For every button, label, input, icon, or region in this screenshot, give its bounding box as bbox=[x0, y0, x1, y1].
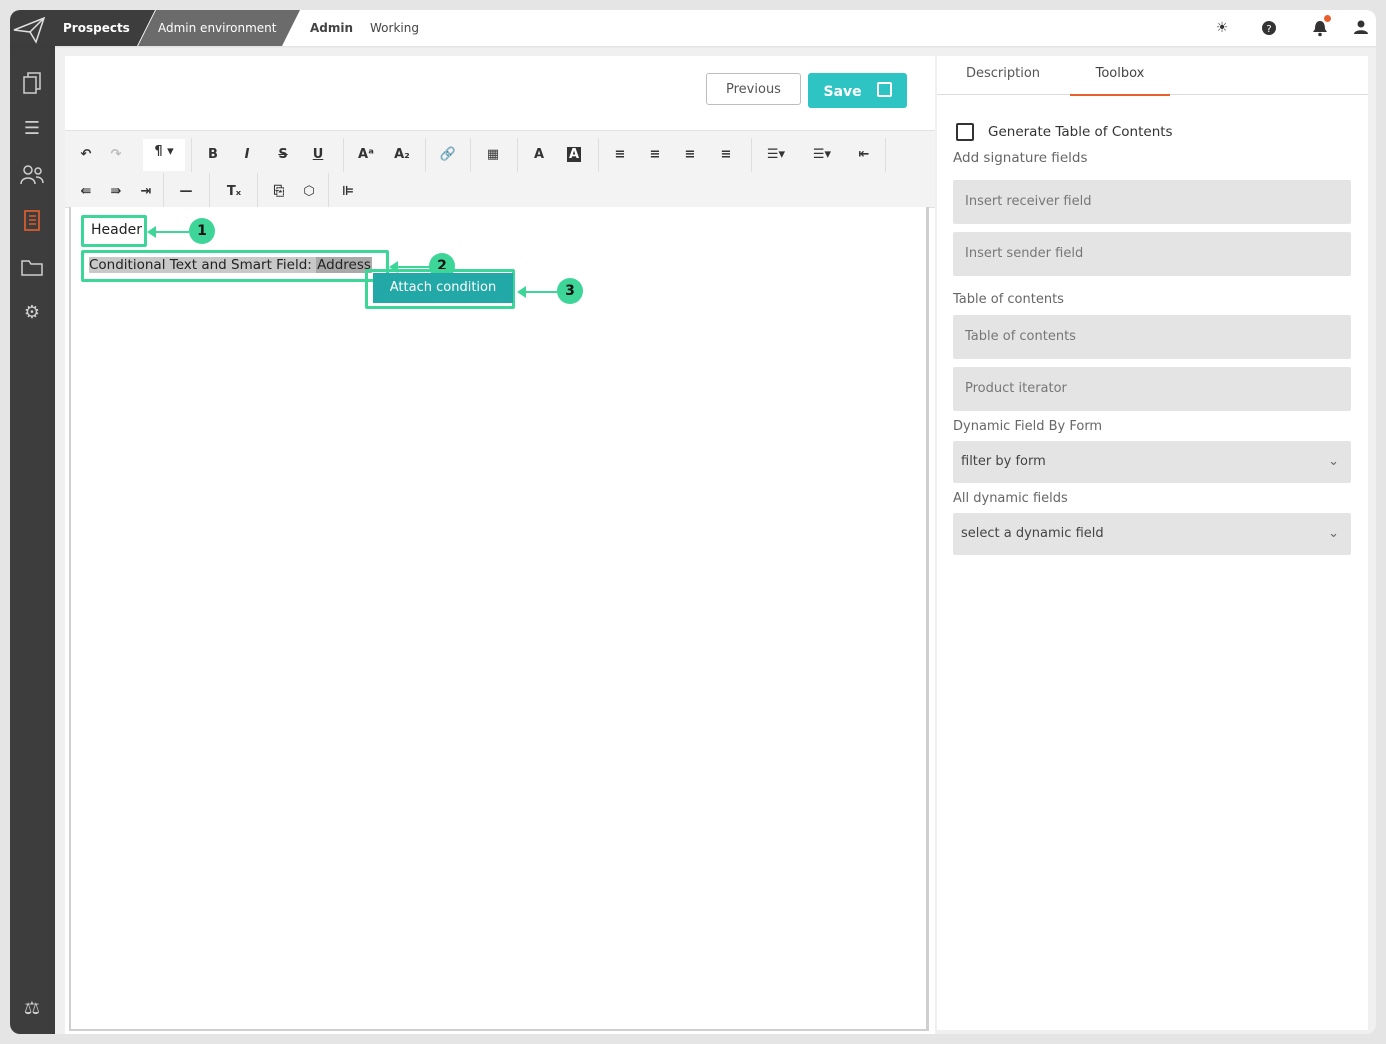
toolbar-divider bbox=[257, 173, 258, 207]
breadcrumb-admin-environment[interactable]: Admin environment bbox=[138, 10, 300, 46]
table-icon[interactable]: ▦ bbox=[482, 142, 504, 168]
subscript-icon[interactable]: A₂ bbox=[391, 142, 413, 168]
user-icon[interactable] bbox=[1352, 19, 1370, 37]
align-justify-icon[interactable]: ≡ bbox=[715, 142, 737, 168]
toolbar-divider bbox=[751, 138, 752, 172]
editor-toolbar: ↶ ↷ ¶ ▾ B I S U Aᵃ A₂ 🔗 ▦ A A ≡ ≡ ≡ ≡ ☰▾… bbox=[65, 130, 935, 208]
help-icon[interactable]: ? bbox=[1260, 19, 1278, 37]
save-button[interactable]: Save bbox=[808, 73, 907, 108]
toolbox-panel: Description Toolbox Generate Table of Co… bbox=[937, 56, 1368, 1030]
book-icon[interactable] bbox=[17, 206, 47, 236]
toolbar-divider bbox=[163, 173, 164, 207]
tab-toolbox[interactable]: Toolbox bbox=[1070, 56, 1170, 96]
outdent-icon[interactable]: ⇤ bbox=[853, 142, 875, 168]
toolbar-divider bbox=[598, 138, 599, 172]
tab-description[interactable]: Description bbox=[955, 56, 1051, 94]
toolbar-divider bbox=[209, 173, 210, 207]
save-label: Save bbox=[823, 83, 862, 100]
toolbar-divider bbox=[470, 138, 471, 172]
generate-toc-checkbox[interactable] bbox=[956, 123, 974, 141]
clear-formatting-icon[interactable]: Tₓ bbox=[223, 179, 245, 205]
folder-icon[interactable] bbox=[17, 252, 47, 282]
tab-icon[interactable]: ⇥ bbox=[135, 179, 157, 205]
dynamic-field-select[interactable]: select a dynamic field ⌄ bbox=[953, 513, 1351, 555]
document-header-text[interactable]: Header bbox=[91, 222, 142, 238]
filter-by-form-value: filter by form bbox=[961, 454, 1046, 469]
nav-working[interactable]: Working bbox=[370, 10, 419, 46]
align-left-icon[interactable]: ≡ bbox=[609, 142, 631, 168]
editor-card: Previous Save ↶ ↷ ¶ ▾ B I S U Aᵃ A₂ 🔗 ▦ … bbox=[65, 56, 935, 1034]
bold-icon[interactable]: B bbox=[202, 142, 224, 168]
nav-admin[interactable]: Admin bbox=[310, 10, 353, 46]
svg-text:?: ? bbox=[1266, 24, 1271, 35]
strikethrough-icon[interactable]: S bbox=[272, 142, 294, 168]
floppy-disk-icon bbox=[876, 81, 892, 97]
app-window: Prospects Admin environment Admin Workin… bbox=[10, 10, 1376, 1034]
all-dynamic-section-title: All dynamic fields bbox=[953, 491, 1068, 506]
background-color-icon[interactable]: A bbox=[563, 142, 585, 168]
undo-icon[interactable]: ↶ bbox=[75, 142, 97, 168]
toolbar-divider bbox=[517, 138, 518, 172]
previous-button[interactable]: Previous bbox=[706, 73, 801, 105]
indent-decrease-icon[interactable]: ⇚ bbox=[75, 179, 97, 205]
toolbar-divider bbox=[191, 138, 192, 172]
callout-arrow-1 bbox=[147, 226, 189, 238]
breadcrumb-prospects[interactable]: Prospects bbox=[55, 10, 155, 46]
smart-field-address[interactable]: Address bbox=[316, 257, 372, 273]
superscript-icon[interactable]: Aᵃ bbox=[355, 142, 377, 168]
insert-sender-field-button[interactable]: Insert sender field bbox=[953, 232, 1351, 276]
callout-arrow-3 bbox=[517, 286, 559, 298]
toc-section-title: Table of contents bbox=[953, 292, 1064, 307]
left-rail: ☰ ⚙ ⚖ bbox=[10, 46, 55, 1034]
toolbar-divider bbox=[343, 138, 344, 172]
link-icon[interactable]: 🔗 bbox=[437, 142, 459, 168]
logo[interactable] bbox=[10, 10, 55, 46]
paragraph-format-dropdown[interactable]: ¶ ▾ bbox=[143, 139, 185, 171]
paper-plane-logo-icon bbox=[13, 16, 46, 44]
numbered-list-icon[interactable]: ☰▾ bbox=[811, 142, 833, 168]
code-view-icon[interactable]: ⎘ bbox=[268, 179, 290, 205]
users-icon[interactable] bbox=[17, 160, 47, 190]
underline-icon[interactable]: U bbox=[307, 142, 329, 168]
product-iterator-button[interactable]: Product iterator bbox=[953, 367, 1351, 411]
redo-icon[interactable]: ↷ bbox=[105, 142, 127, 168]
toolbar-divider bbox=[425, 138, 426, 172]
sun-icon[interactable]: ☀ bbox=[1213, 19, 1231, 37]
chevron-down-icon: ⌄ bbox=[1328, 454, 1339, 469]
toolbar-divider bbox=[328, 173, 329, 207]
top-bar: Prospects Admin environment Admin Workin… bbox=[10, 10, 1376, 46]
align-center-icon[interactable]: ≡ bbox=[644, 142, 666, 168]
bell-icon[interactable] bbox=[1311, 15, 1331, 37]
text-color-icon[interactable]: A bbox=[528, 142, 550, 168]
chevron-down-icon: ⌄ bbox=[1328, 526, 1339, 541]
selected-conditional-text[interactable]: Conditional Text and Smart Field: Addres… bbox=[89, 257, 372, 273]
scale-icon[interactable]: ⚖ bbox=[17, 994, 47, 1024]
horizontal-rule-icon[interactable]: — bbox=[175, 179, 197, 205]
italic-icon[interactable]: I bbox=[236, 142, 258, 168]
align-right-icon[interactable]: ≡ bbox=[679, 142, 701, 168]
callout-arrow-2 bbox=[389, 261, 431, 273]
filter-by-form-select[interactable]: filter by form ⌄ bbox=[953, 441, 1351, 483]
settings-gear-icon[interactable]: ⚙ bbox=[17, 298, 47, 328]
generate-toc-label[interactable]: Generate Table of Contents bbox=[988, 124, 1173, 140]
documents-icon[interactable] bbox=[17, 68, 47, 98]
notification-dot bbox=[1324, 15, 1331, 22]
product-block-icon[interactable]: ⬡ bbox=[298, 179, 320, 205]
table-of-contents-button[interactable]: Table of contents bbox=[953, 315, 1351, 359]
indent-increase-icon[interactable]: ⇛ bbox=[105, 179, 127, 205]
dynamic-field-value: select a dynamic field bbox=[961, 526, 1104, 541]
toolbar-divider bbox=[885, 138, 886, 172]
callout-badge-1: 1 bbox=[189, 218, 215, 244]
signature-section-title: Add signature fields bbox=[953, 150, 1088, 166]
conditional-text-label: Conditional Text and Smart Field: bbox=[89, 257, 317, 273]
checklist-icon[interactable]: ☰ bbox=[17, 114, 47, 144]
attach-condition-button[interactable]: Attach condition bbox=[373, 273, 513, 303]
insert-receiver-field-button[interactable]: Insert receiver field bbox=[953, 180, 1351, 224]
dynamic-by-form-section-title: Dynamic Field By Form bbox=[953, 419, 1103, 434]
conditional-block-icon[interactable]: ⊫ bbox=[337, 179, 359, 205]
callout-badge-3: 3 bbox=[557, 278, 583, 304]
document-editor-area[interactable]: Header 1 Conditional Text and Smart Fiel… bbox=[69, 207, 929, 1031]
bulleted-list-icon[interactable]: ☰▾ bbox=[765, 142, 787, 168]
